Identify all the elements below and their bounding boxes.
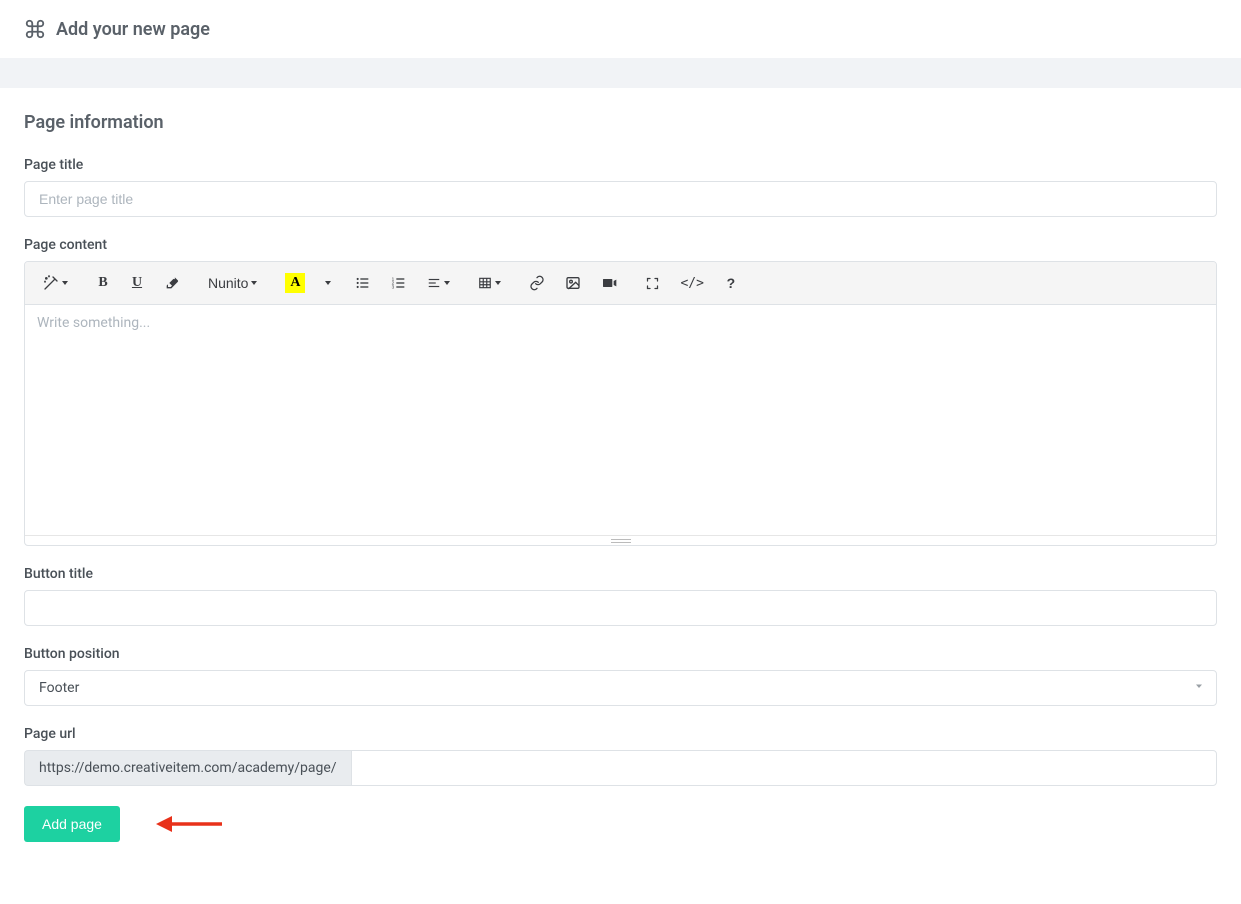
button-title-group: Button title xyxy=(24,566,1217,626)
paragraph-align-button[interactable] xyxy=(417,267,460,299)
font-color-more-button[interactable] xyxy=(315,267,337,299)
form-card: Page information Page title Page content… xyxy=(0,88,1241,866)
ordered-list-button[interactable]: 123 xyxy=(381,267,417,299)
arrow-annotation-icon xyxy=(154,810,224,842)
button-position-select[interactable]: Footer xyxy=(24,670,1217,706)
svg-text:3: 3 xyxy=(392,284,395,289)
page-header: Add your new page xyxy=(0,0,1241,58)
help-button[interactable]: ? xyxy=(714,267,748,299)
page-title-group: Page title xyxy=(24,157,1217,217)
section-heading: Page information xyxy=(24,112,1217,133)
button-position-label: Button position xyxy=(24,646,1217,662)
eraser-button[interactable] xyxy=(154,267,190,299)
separator-bar xyxy=(0,58,1241,88)
image-button[interactable] xyxy=(555,267,591,299)
add-page-button[interactable]: Add page xyxy=(24,806,120,842)
page-url-input[interactable] xyxy=(351,750,1217,786)
page-content-label: Page content xyxy=(24,237,1217,253)
editor-content-area[interactable]: Write something... xyxy=(25,305,1216,535)
font-color-button[interactable]: A xyxy=(275,267,315,299)
bold-button[interactable]: B xyxy=(86,267,120,299)
magic-style-button[interactable] xyxy=(33,267,78,299)
code-view-button[interactable]: </> xyxy=(670,267,713,299)
rich-text-editor: B U Nunito A xyxy=(24,261,1217,546)
editor-toolbar: B U Nunito A xyxy=(25,262,1216,305)
unordered-list-button[interactable] xyxy=(345,267,381,299)
page-url-group: Page url https://demo.creativeitem.com/a… xyxy=(24,726,1217,786)
button-position-group: Button position Footer xyxy=(24,646,1217,706)
link-button[interactable] xyxy=(519,267,555,299)
page-title: Add your new page xyxy=(56,19,210,40)
underline-button[interactable]: U xyxy=(120,267,154,299)
page-title-label: Page title xyxy=(24,157,1217,173)
button-title-label: Button title xyxy=(24,566,1217,582)
page-url-prefix: https://demo.creativeitem.com/academy/pa… xyxy=(24,750,351,786)
font-family-select[interactable]: Nunito xyxy=(198,267,267,299)
button-title-input[interactable] xyxy=(24,590,1217,626)
editor-resize-handle[interactable] xyxy=(25,535,1216,545)
video-button[interactable] xyxy=(591,267,627,299)
page-content-group: Page content B U xyxy=(24,237,1217,546)
fullscreen-button[interactable] xyxy=(635,267,670,299)
command-icon xyxy=(24,18,46,40)
page-url-label: Page url xyxy=(24,726,1217,742)
page-title-input[interactable] xyxy=(24,181,1217,217)
table-button[interactable] xyxy=(468,267,511,299)
